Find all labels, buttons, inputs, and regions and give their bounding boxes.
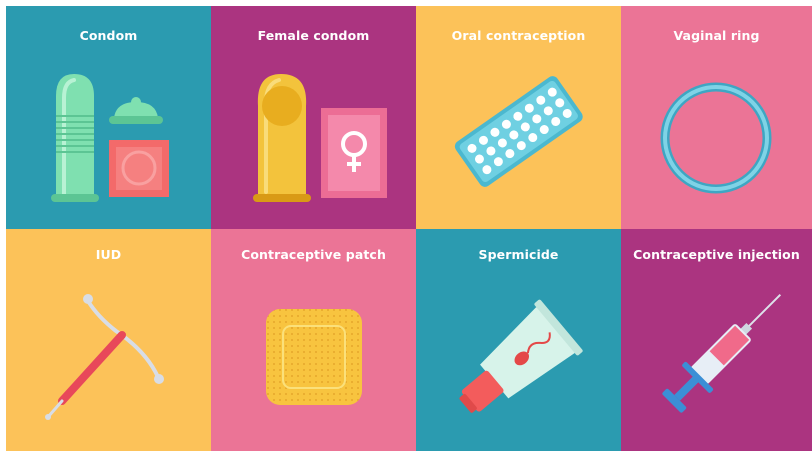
tile-oral-contraception: Oral contraception [416,6,621,229]
condom-icon [51,74,169,202]
contraception-grid: Condom Female condom Oral contraception … [6,6,812,451]
pill-blister-icon [454,76,583,187]
syringe-icon [662,293,782,413]
iud-icon [45,294,164,420]
tile-contraceptive-injection: Contraceptive injection [621,229,812,451]
vaginal-ring-icon [660,82,772,194]
tile-condom: Condom [6,6,211,229]
spermicide-tube-icon [459,299,583,413]
patch-icon [266,309,362,405]
tile-female-condom: Female condom [211,6,416,229]
tile-contraceptive-patch: Contraceptive patch [211,229,416,451]
tile-spermicide: Spermicide [416,229,621,451]
female-condom-icon [253,74,387,202]
tile-vaginal-ring: Vaginal ring [621,6,812,229]
tile-iud: IUD [6,229,211,451]
